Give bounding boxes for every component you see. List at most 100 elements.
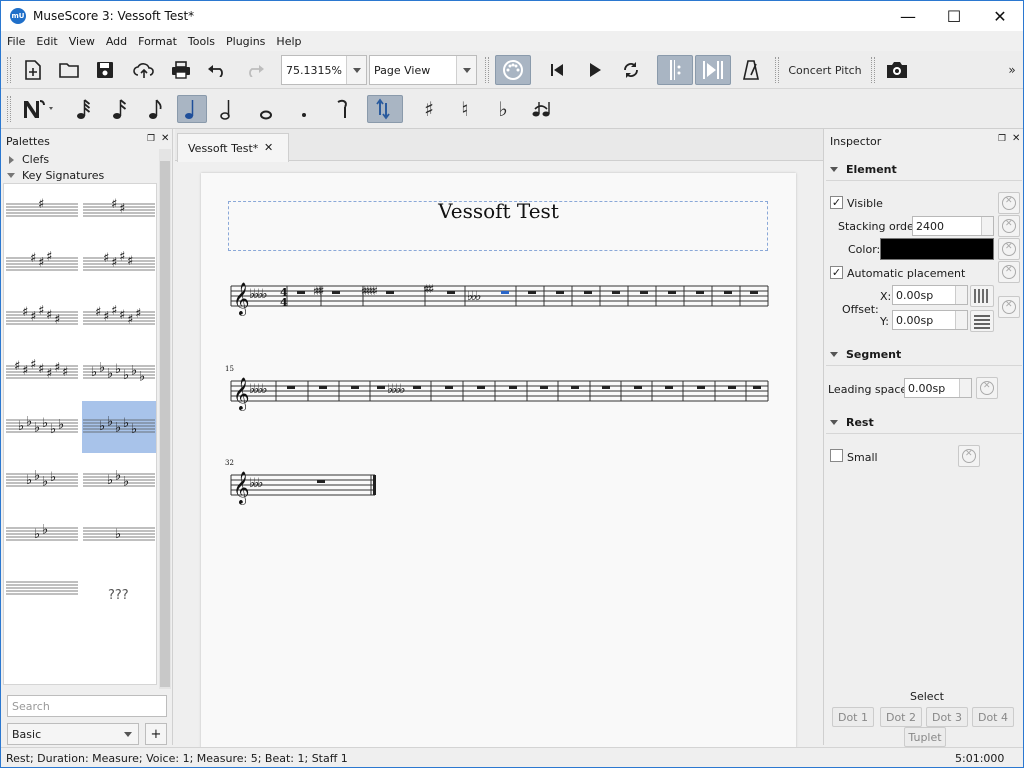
loop-button[interactable]: [617, 56, 645, 84]
reset-color-button[interactable]: [998, 238, 1020, 260]
undo-button[interactable]: [203, 56, 231, 84]
key-signature: ♭♭♭♭: [249, 287, 267, 302]
tie-button[interactable]: [527, 95, 555, 123]
reset-small-button[interactable]: [958, 445, 980, 467]
reset-leading-space-button[interactable]: [976, 377, 998, 399]
visible-checkbox[interactable]: ✓: [830, 196, 843, 209]
stacking-order-label: Stacking order:: [838, 220, 922, 233]
spin-arrows[interactable]: [955, 311, 967, 329]
open-button[interactable]: [55, 56, 83, 84]
menu-tools[interactable]: Tools: [188, 35, 215, 48]
redo-button[interactable]: [241, 56, 269, 84]
reset-offset-button[interactable]: [998, 296, 1020, 318]
duration-32nd-button[interactable]: [105, 95, 135, 123]
menu-edit[interactable]: Edit: [36, 35, 57, 48]
workspace-select[interactable]: Basic: [7, 723, 139, 745]
zoom-combo[interactable]: 75.1315%: [281, 55, 367, 85]
duration-quarter-button[interactable]: [177, 95, 207, 123]
key-signature-cells[interactable]: ♯ ♯ ♯♯ ♯ ♯ ♯ ♯ ♯ ♯♯ ♯ ♯ ♯ ♯ ♯ ♯ ♯ ♯ ♯ ♯♯ ♯ ♯ ♯ ♯ ♯ ♯ ♭ ♭ ♭ ♭ ♭ ♭ ♭♭ ♭ ♭ ♭ ♭…: [4, 184, 158, 686]
select-dot-4-button[interactable]: Dot 4: [972, 707, 1014, 727]
upload-button[interactable]: [129, 56, 159, 84]
palette-search-input[interactable]: Search: [7, 695, 167, 717]
duration-64th-button[interactable]: [69, 95, 99, 123]
play-button[interactable]: [581, 56, 609, 84]
automatic-placement-checkbox[interactable]: ✓: [830, 266, 843, 279]
pan-score-button[interactable]: [695, 55, 731, 85]
natural-button[interactable]: ♮: [451, 95, 479, 123]
rewind-button[interactable]: [543, 56, 571, 84]
element-section-header[interactable]: Element: [826, 159, 1022, 181]
play-repeats-button[interactable]: [657, 55, 693, 85]
rest-button[interactable]: [327, 95, 357, 123]
close-panel-icon[interactable]: ✕: [1012, 133, 1020, 144]
toolbar-grip[interactable]: [7, 57, 11, 83]
offset-x-input[interactable]: 0.00sp: [892, 285, 968, 305]
palette-scrollbar-thumb[interactable]: [160, 161, 170, 687]
flat-glyph: ♭: [123, 368, 129, 383]
menu-help[interactable]: Help: [276, 35, 301, 48]
screenshot-button[interactable]: [883, 56, 911, 84]
menu-file[interactable]: File: [7, 35, 25, 48]
toolbar-grip[interactable]: [485, 57, 489, 83]
leading-space-input[interactable]: 0.00sp: [904, 378, 972, 398]
snap-to-grid-x-button[interactable]: [970, 285, 994, 307]
metronome-button[interactable]: [737, 56, 765, 84]
select-dot-2-button[interactable]: Dot 2: [880, 707, 922, 727]
color-picker[interactable]: [880, 238, 994, 260]
palette-key-signatures[interactable]: Key Signatures: [7, 169, 104, 182]
stacking-order-input[interactable]: 2400: [912, 216, 994, 236]
select-dot-1-button[interactable]: Dot 1: [832, 707, 874, 727]
menu-view[interactable]: View: [69, 35, 95, 48]
duration-whole-button[interactable]: [251, 95, 281, 123]
zoom-dropdown-arrow[interactable]: [346, 56, 366, 84]
select-tuplet-button[interactable]: Tuplet: [904, 727, 946, 747]
close-window-button[interactable]: ✕: [977, 1, 1023, 31]
spin-arrows[interactable]: [981, 217, 993, 235]
score-notation[interactable]: 𝄞𝄞𝄞♭♭♭♭ 44♯♯♯ ♯♯♯♯♯ ♯♯♯ ♭♭♭♭♭♭♭ ♭♭♭♭♭♭♭: [201, 173, 796, 748]
toolbar-grip[interactable]: [7, 96, 11, 122]
duration-half-button[interactable]: [213, 95, 243, 123]
rest-section-header[interactable]: Rest: [826, 412, 1022, 434]
view-mode-dropdown-arrow[interactable]: [456, 56, 476, 84]
float-panel-icon[interactable]: ❐: [998, 134, 1006, 144]
maximize-button[interactable]: ☐: [931, 1, 977, 31]
spin-arrows[interactable]: [955, 286, 967, 304]
score-canvas[interactable]: Vessoft Test 15 32 𝄞 𝄞 𝄞 ♭♭♭♭ 4 4 ♯♯♯ ♯♯♯♯♯ ♯♯♯ ♭…: [175, 162, 823, 748]
toolbar-grip[interactable]: [871, 57, 875, 83]
snap-to-grid-y-button[interactable]: [970, 310, 994, 332]
palette-clefs[interactable]: Clefs: [9, 153, 49, 166]
menu-plugins[interactable]: Plugins: [226, 35, 265, 48]
midi-input-button[interactable]: [495, 55, 531, 85]
menu-format[interactable]: Format: [138, 35, 177, 48]
spin-arrows[interactable]: [959, 379, 971, 397]
segment-section-header[interactable]: Segment: [826, 344, 1022, 366]
score-tab[interactable]: Vessoft Test* ✕: [177, 133, 289, 162]
offset-y-input[interactable]: 0.00sp: [892, 310, 968, 330]
save-button[interactable]: [91, 56, 119, 84]
augmentation-dot-button[interactable]: [289, 95, 319, 123]
flat-button[interactable]: ♭: [489, 95, 517, 123]
view-mode-combo[interactable]: Page View: [369, 55, 477, 85]
sharp-button[interactable]: ♯: [415, 95, 443, 123]
print-button[interactable]: [167, 56, 195, 84]
reset-placement-button[interactable]: [998, 261, 1020, 283]
close-tab-icon[interactable]: ✕: [264, 141, 273, 154]
palette-scrollbar[interactable]: [159, 149, 171, 689]
duration-16th-button[interactable]: [141, 95, 171, 123]
toolbar-grip[interactable]: [775, 57, 779, 83]
note-input-mode-button[interactable]: [17, 95, 61, 123]
float-panel-icon[interactable]: ❐: [147, 134, 155, 144]
concert-pitch-button[interactable]: Concert Pitch: [785, 61, 865, 79]
minimize-button[interactable]: —: [885, 1, 931, 31]
reset-stacking-button[interactable]: [998, 215, 1020, 237]
toolbar-overflow-button[interactable]: »: [1005, 61, 1019, 79]
flip-direction-button[interactable]: [367, 95, 403, 123]
palette-unknown-cell[interactable]: ???: [108, 588, 129, 603]
select-dot-3-button[interactable]: Dot 3: [926, 707, 968, 727]
menu-add[interactable]: Add: [106, 35, 127, 48]
new-score-button[interactable]: [19, 56, 47, 84]
small-checkbox[interactable]: [830, 449, 843, 462]
reset-visible-button[interactable]: [998, 192, 1020, 214]
add-palette-button[interactable]: +: [145, 723, 167, 745]
close-panel-icon[interactable]: ✕: [161, 133, 169, 144]
